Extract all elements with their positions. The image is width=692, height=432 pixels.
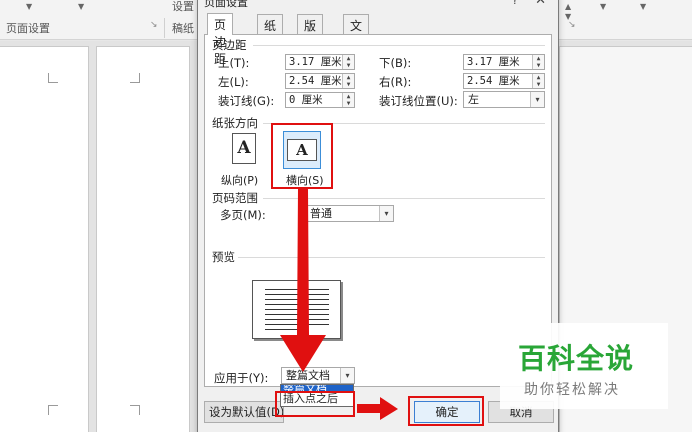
right-arrow-shape [357, 397, 398, 420]
watermark: 百科全说 助你轻松解决 [500, 323, 668, 409]
down-arrow-shape [280, 189, 326, 372]
watermark-subtitle: 助你轻松解决 [524, 382, 620, 398]
watermark-title: 百科全说 [518, 342, 635, 375]
